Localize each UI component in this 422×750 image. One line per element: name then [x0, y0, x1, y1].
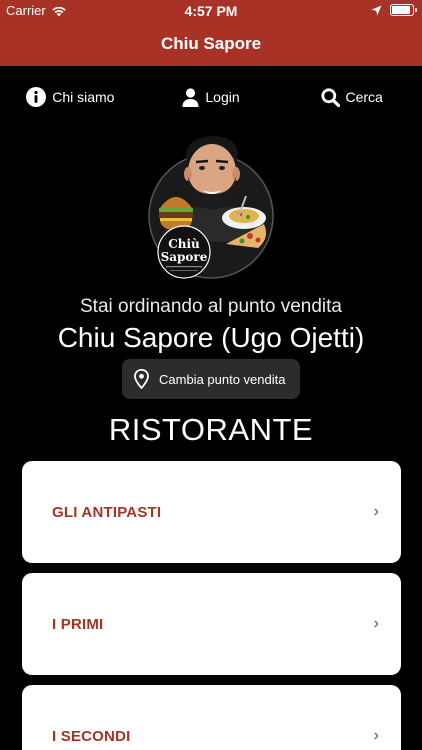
category-card-antipasti[interactable]: GLI ANTIPASTI › — [22, 461, 401, 563]
category-label: I SECONDI — [52, 727, 131, 745]
change-store-button[interactable]: Cambia punto vendita — [122, 359, 300, 399]
action-bar: Chi siamo Login Cerca — [0, 80, 422, 114]
logo-text-line1: Chiù — [168, 237, 200, 251]
change-store-label: Cambia punto vendita — [159, 371, 286, 387]
login-label: Login — [205, 89, 240, 105]
map-pin-icon — [134, 369, 149, 389]
chevron-right-icon: › — [373, 727, 379, 744]
page-title: Chiu Sapore — [160, 34, 262, 53]
clock: 4:57 PM — [184, 3, 238, 19]
search-label: Cerca — [345, 89, 383, 105]
category-card-secondi[interactable]: I SECONDI › — [22, 685, 401, 750]
section-title: RISTORANTE — [108, 412, 314, 447]
logo-text-line2: Sapore — [161, 250, 208, 264]
chevron-right-icon: › — [373, 615, 379, 632]
status-bar: Carrier 4:57 PM — [0, 0, 422, 22]
info-icon — [26, 87, 47, 107]
category-label: I PRIMI — [52, 615, 104, 633]
about-button[interactable]: Chi siamo — [0, 80, 141, 114]
login-button[interactable]: Login — [141, 80, 282, 114]
category-card-primi[interactable]: I PRIMI › — [22, 573, 401, 675]
store-name: Chiu Sapore (Ugo Ojetti) — [57, 322, 365, 353]
nav-bar: Chiu Sapore — [0, 22, 422, 66]
location-arrow-icon — [371, 5, 382, 15]
ordering-notice: Stai ordinando al punto vendita — [80, 296, 342, 317]
user-icon — [182, 87, 199, 107]
battery-icon — [390, 4, 417, 16]
search-icon — [320, 87, 340, 107]
about-label: Chi siamo — [52, 89, 115, 105]
chevron-right-icon: › — [373, 503, 379, 520]
search-button[interactable]: Cerca — [281, 80, 422, 114]
restaurant-logo: Chiù Sapore — [148, 136, 274, 279]
category-label: GLI ANTIPASTI — [52, 503, 162, 521]
